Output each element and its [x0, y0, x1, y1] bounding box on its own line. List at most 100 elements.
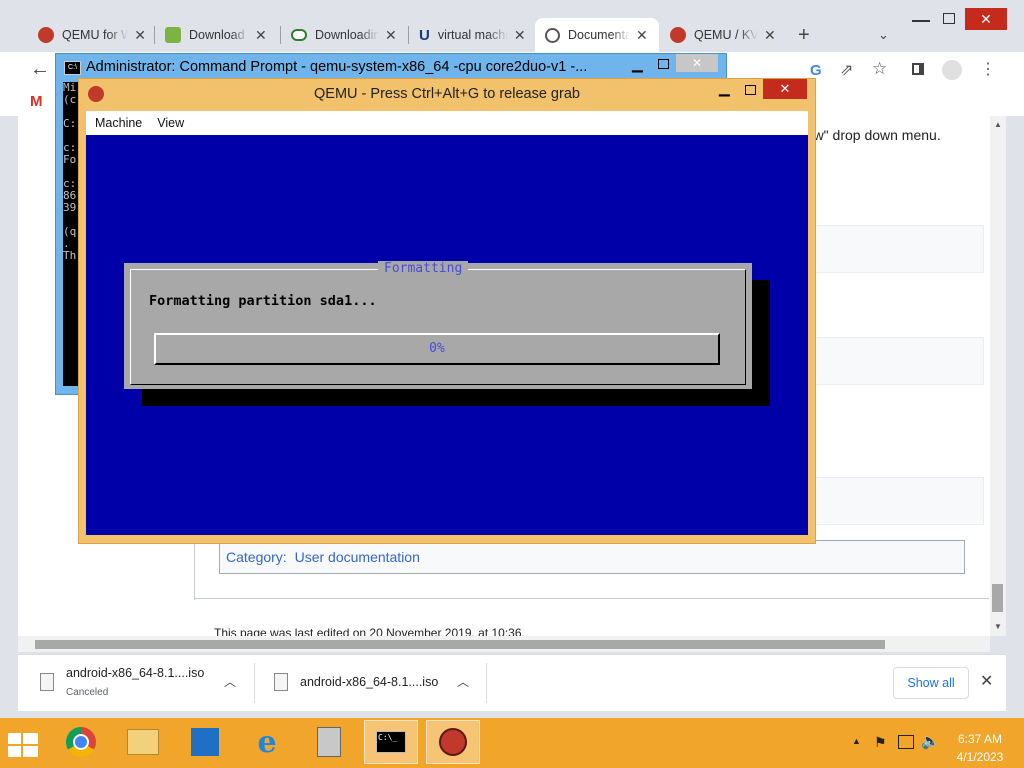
qemu-icon [670, 27, 686, 43]
close-icon[interactable]: ✕ [255, 27, 267, 44]
taskbar: e C:\_ ▲ ⚑ 🔈 6:37 AM 4/1/2023 [0, 718, 1024, 768]
taskbar-chrome[interactable] [54, 720, 108, 764]
scroll-up-icon[interactable]: ▲ [994, 120, 1002, 129]
maximize-button[interactable] [745, 85, 756, 95]
dialog-message: Formatting partition sda1... [149, 293, 377, 309]
taskbar-internet-explorer[interactable]: e [240, 720, 294, 764]
taskbar-cmd[interactable]: C:\_ [364, 720, 418, 764]
divider [486, 663, 487, 703]
close-icon[interactable]: ✕ [134, 27, 146, 44]
scroll-down-icon[interactable]: ▼ [994, 622, 1002, 631]
tab-title: QEMU / KVM [694, 28, 758, 42]
qemu-icon [439, 728, 467, 756]
dialog-frame [130, 269, 746, 385]
globe-icon [545, 27, 560, 43]
minimize-button[interactable]: ▁ [632, 56, 643, 73]
clock-date[interactable]: 4/1/2023 [950, 750, 1010, 764]
formatting-dialog: Formatting Formatting partition sda1... … [124, 261, 752, 389]
download-status: Canceled [66, 687, 109, 698]
category-label[interactable]: Category: [226, 549, 287, 565]
ie-icon: e [257, 724, 277, 760]
minimize-button[interactable]: ▁ [719, 80, 730, 97]
file-icon [274, 673, 288, 691]
close-icon[interactable]: ✕ [514, 27, 526, 44]
profile-avatar-icon[interactable] [942, 60, 962, 80]
show-all-button[interactable]: Show all [893, 667, 969, 699]
vm-display[interactable]: Formatting Formatting partition sda1... … [86, 135, 808, 535]
tab-qemu-kvm[interactable]: QEMU / KVM ✕ [660, 18, 788, 52]
clock-time[interactable]: 6:37 AM [950, 732, 1010, 746]
close-icon[interactable]: ✕ [385, 27, 397, 44]
tab-qemu-windows[interactable]: QEMU for Windows ✕ [28, 18, 146, 52]
download-filename[interactable]: android-x86_64-8.1....iso [66, 666, 204, 680]
gmail-icon[interactable]: M [30, 93, 43, 110]
share-icon[interactable]: ⇗ [840, 60, 853, 80]
progress-text: 0% [429, 341, 445, 356]
taskbar-store[interactable] [178, 720, 232, 764]
speaker-muted-icon[interactable]: 🔈 [921, 732, 940, 750]
minimize-button[interactable] [912, 20, 930, 22]
qemu-window[interactable]: QEMU - Press Ctrl+Alt+G to release grab … [78, 78, 816, 544]
close-window-button[interactable]: ✕ [763, 79, 807, 99]
close-window-button[interactable]: ✕ [965, 8, 1007, 30]
menu-dots-icon[interactable]: ⋮ [980, 59, 996, 79]
back-arrow-icon[interactable]: ← [30, 58, 50, 81]
dialog-title: Formatting [378, 261, 469, 276]
network-icon[interactable] [898, 735, 914, 749]
bookmark-star-icon[interactable]: ☆ [872, 59, 887, 79]
file-icon [40, 673, 54, 691]
category-box: Category: User documentation [219, 540, 965, 574]
menu-machine[interactable]: Machine [95, 116, 142, 130]
tab-search-chevron-icon[interactable]: ⌄ [878, 27, 889, 43]
cmd-icon: C:\ [64, 61, 81, 75]
chevron-up-icon[interactable]: ︿ [457, 673, 469, 690]
qemu-title: QEMU - Press Ctrl+Alt+G to release grab [314, 86, 580, 102]
progress-bar: 0% [154, 333, 720, 365]
divider [254, 663, 255, 703]
close-window-button[interactable]: ✕ [676, 54, 718, 72]
menu-view[interactable]: View [157, 116, 184, 130]
chevron-up-icon[interactable]: ︿ [224, 673, 236, 690]
chrome-icon [66, 727, 96, 757]
close-icon[interactable]: ✕ [980, 671, 993, 691]
tab-download-android[interactable]: Download - Android-x86 ✕ [155, 18, 279, 52]
download-filename[interactable]: android-x86_64-8.1....iso [300, 675, 438, 689]
vertical-scrollbar[interactable]: ▲ ▼ [990, 116, 1006, 636]
tab-strip: QEMU for Windows ✕ Download - Android-x8… [0, 0, 1024, 52]
tray-chevron-up-icon[interactable]: ▲ [852, 736, 861, 746]
divider [194, 598, 989, 599]
side-panel-icon[interactable] [912, 63, 924, 75]
close-icon[interactable]: ✕ [636, 27, 648, 44]
page-text: how" drop down menu. [798, 127, 941, 143]
new-tab-button[interactable]: + [798, 24, 810, 47]
tab-title: QEMU for Windows [62, 28, 129, 42]
tab-downloading[interactable]: Downloading Android ✕ [281, 18, 407, 52]
tab-virtual-machine[interactable]: U virtual machine ✕ [409, 18, 535, 52]
store-icon [191, 728, 219, 756]
file-explorer-icon [127, 729, 159, 755]
close-icon[interactable]: ✕ [764, 27, 776, 44]
maximize-button[interactable] [658, 59, 669, 69]
tab-title: Documentation [568, 28, 630, 42]
taskbar-qemu[interactable] [426, 720, 480, 764]
tab-title: Downloading Android [315, 28, 379, 42]
cmd-icon: C:\_ [376, 731, 406, 753]
downloads-bar: android-x86_64-8.1....iso Canceled ︿ and… [18, 654, 1006, 711]
tab-title: Download - Android-x86 [189, 28, 249, 42]
archive-icon [317, 727, 341, 757]
android-icon [165, 27, 181, 43]
qemu-icon [38, 27, 54, 43]
scrollbar-thumb[interactable] [35, 640, 885, 649]
maximize-button[interactable] [943, 13, 955, 24]
windows-start-icon[interactable] [8, 733, 38, 757]
action-center-flag-icon[interactable]: ⚑ [874, 734, 887, 751]
taskbar-archive[interactable] [302, 720, 356, 764]
ul-icon: U [419, 26, 430, 44]
google-icon[interactable]: G [810, 62, 822, 79]
taskbar-file-explorer[interactable] [116, 720, 170, 764]
category-link[interactable]: User documentation [295, 549, 420, 565]
horizontal-scrollbar[interactable] [18, 636, 990, 652]
scrollbar-thumb[interactable] [992, 584, 1003, 612]
tab-documentation[interactable]: Documentation ✕ [535, 18, 659, 52]
cmd-title: Administrator: Command Prompt - qemu-sys… [86, 59, 588, 75]
